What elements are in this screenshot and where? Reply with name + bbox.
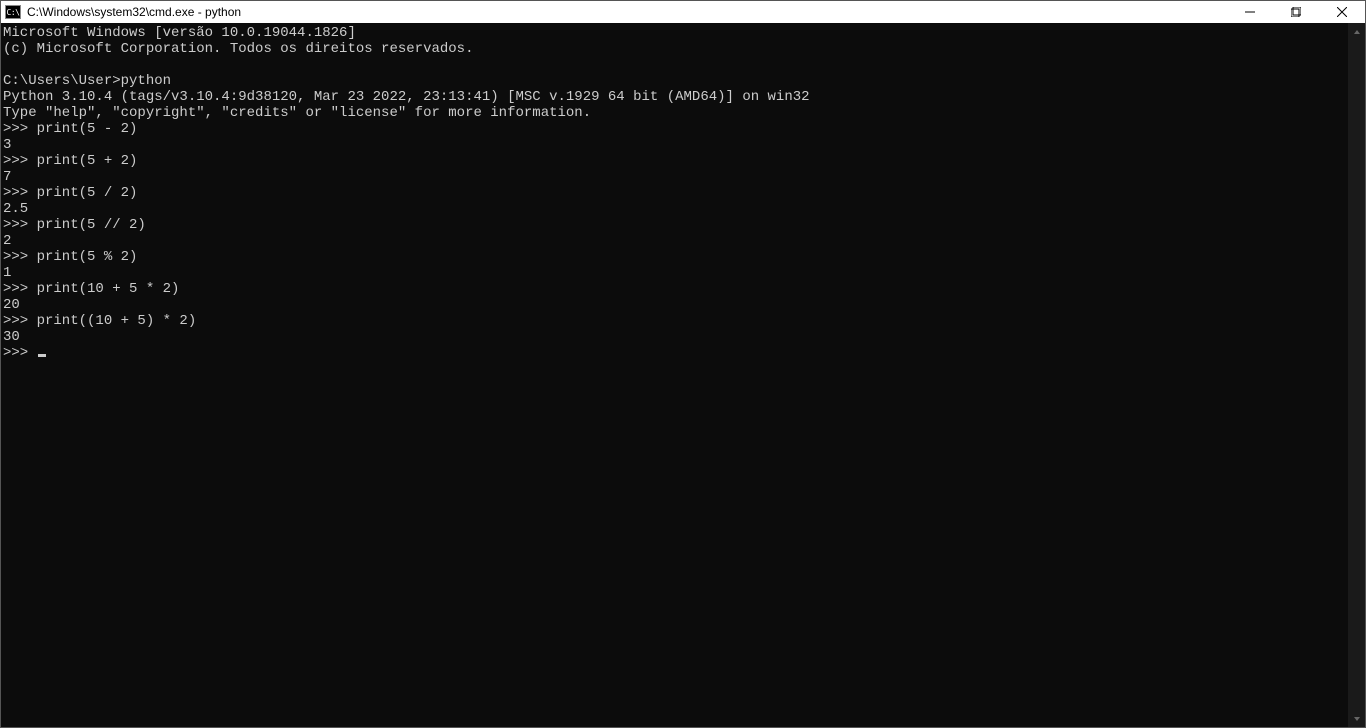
cmd-window: C:\ C:\Windows\system32\cmd.exe - python… — [0, 0, 1366, 728]
repl-output: 2 — [3, 233, 11, 249]
repl-input: >>> print(5 % 2) — [3, 249, 137, 265]
maximize-button[interactable] — [1273, 1, 1319, 23]
repl-input: >>> print(5 / 2) — [3, 185, 137, 201]
repl-output: 30 — [3, 329, 20, 345]
shell-prompt: C:\Users\User>python — [3, 73, 171, 89]
repl-output: 1 — [3, 265, 11, 281]
repl-input: >>> print(5 - 2) — [3, 121, 137, 137]
cmd-icon: C:\ — [5, 5, 21, 19]
repl-output: 20 — [3, 297, 20, 313]
titlebar-left: C:\ C:\Windows\system32\cmd.exe - python — [5, 5, 241, 19]
python-banner: Type "help", "copyright", "credits" or "… — [3, 105, 591, 121]
banner-line: (c) Microsoft Corporation. Todos os dire… — [3, 41, 473, 57]
minimize-button[interactable] — [1227, 1, 1273, 23]
close-button[interactable] — [1319, 1, 1365, 23]
repl-input: >>> print(5 // 2) — [3, 217, 146, 233]
scroll-down-button[interactable] — [1348, 710, 1365, 727]
repl-input: >>> print(10 + 5 * 2) — [3, 281, 179, 297]
repl-input: >>> print((10 + 5) * 2) — [3, 313, 196, 329]
console-area: Microsoft Windows [versão 10.0.19044.182… — [1, 23, 1365, 727]
repl-output: 2.5 — [3, 201, 28, 217]
titlebar[interactable]: C:\ C:\Windows\system32\cmd.exe - python — [1, 1, 1365, 23]
repl-output: 7 — [3, 169, 11, 185]
vertical-scrollbar[interactable] — [1348, 23, 1365, 727]
repl-output: 3 — [3, 137, 11, 153]
window-title: C:\Windows\system32\cmd.exe - python — [27, 5, 241, 19]
cursor — [38, 354, 46, 357]
console-output[interactable]: Microsoft Windows [versão 10.0.19044.182… — [1, 23, 1348, 727]
repl-current-prompt: >>> — [3, 345, 37, 361]
window-controls — [1227, 1, 1365, 23]
banner-line: Microsoft Windows [versão 10.0.19044.182… — [3, 25, 356, 41]
scroll-up-button[interactable] — [1348, 23, 1365, 40]
repl-input: >>> print(5 + 2) — [3, 153, 137, 169]
python-banner: Python 3.10.4 (tags/v3.10.4:9d38120, Mar… — [3, 89, 810, 105]
